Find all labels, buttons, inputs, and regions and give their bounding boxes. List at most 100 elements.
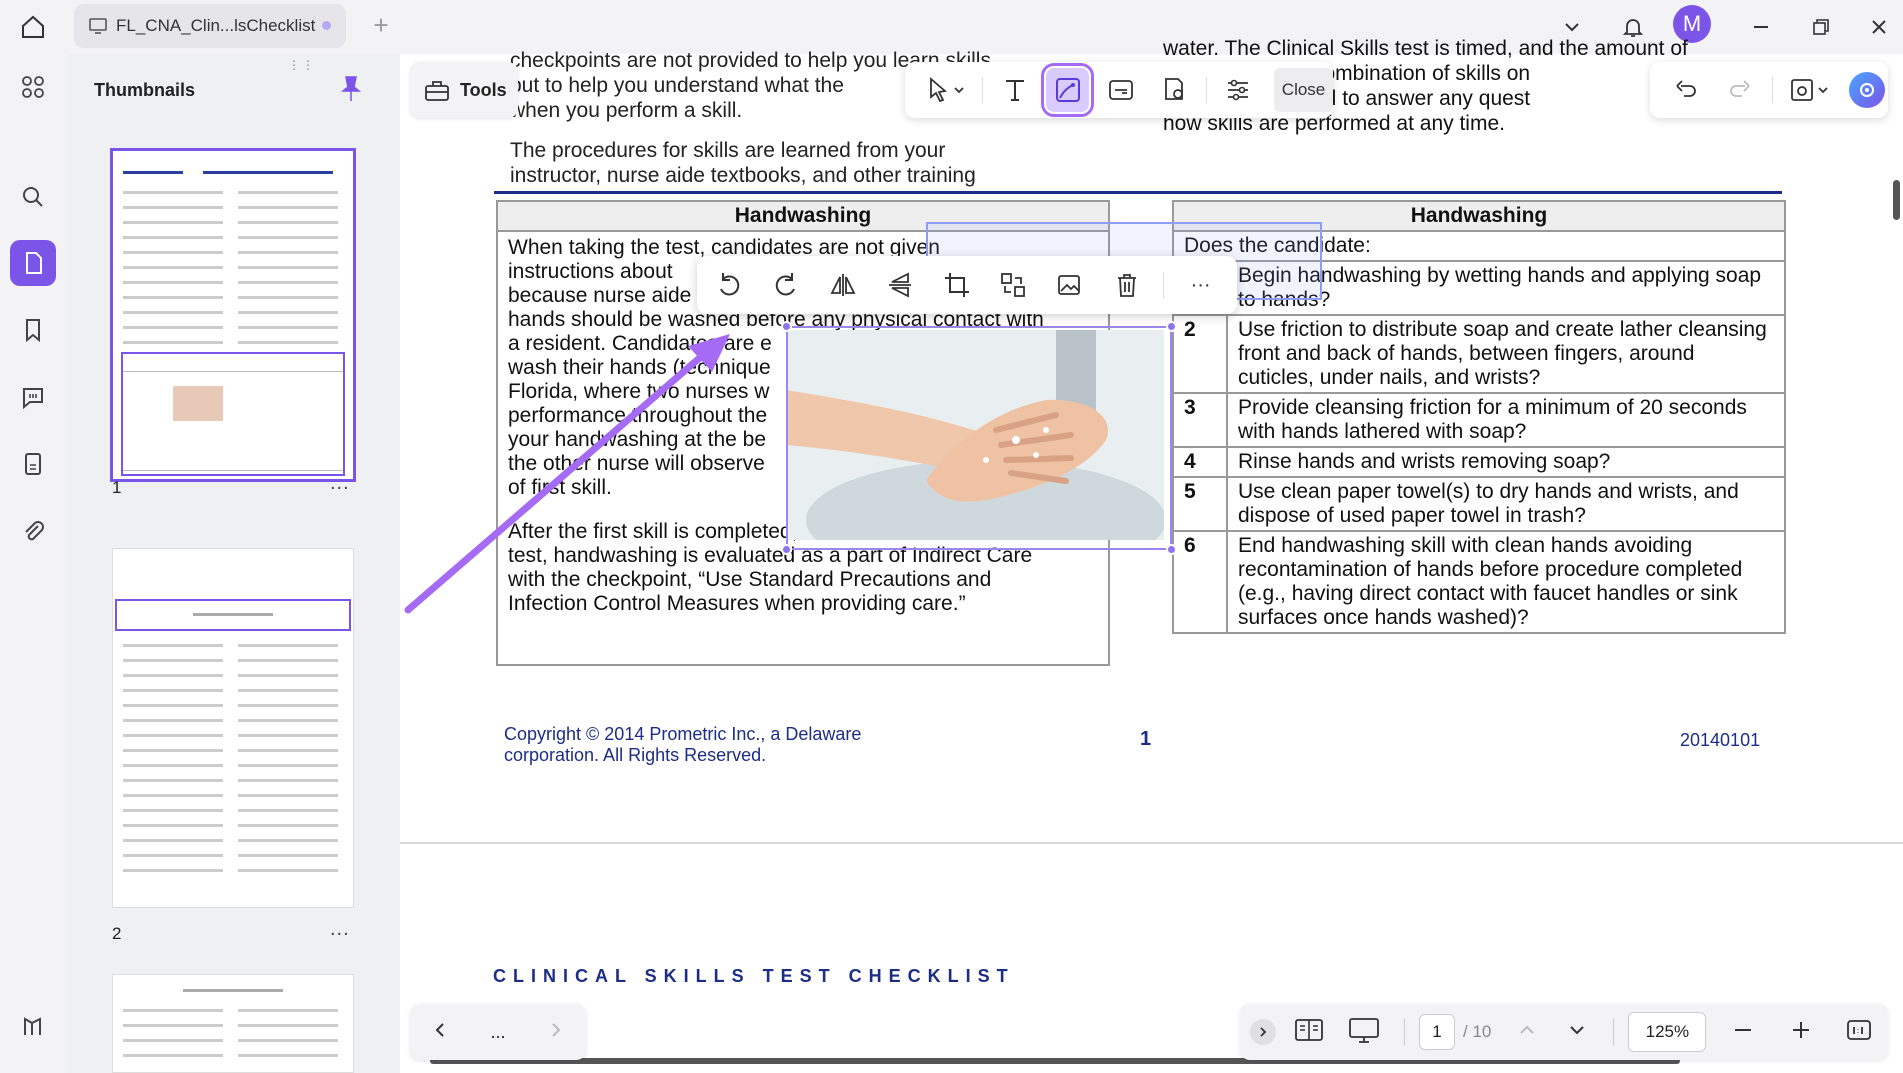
restore-icon[interactable] xyxy=(1802,8,1840,46)
edit-toolbar: Close xyxy=(905,62,1333,118)
chevron-down-icon[interactable] xyxy=(1567,1020,1587,1045)
ai-assistant-icon[interactable] xyxy=(10,1004,56,1050)
tab-title: FL_CNA_Clin...lsChecklist xyxy=(116,16,316,35)
flip-vertical-icon[interactable] xyxy=(879,263,920,307)
page-thumbnail-number: 2 xyxy=(112,924,122,943)
thumbnail-more-button[interactable]: ... xyxy=(330,918,350,941)
link-tool-icon[interactable] xyxy=(1099,68,1142,112)
rotate-left-icon[interactable] xyxy=(709,263,750,307)
watermark-tool-icon[interactable] xyxy=(1153,68,1196,112)
minimize-icon[interactable] xyxy=(1742,8,1780,46)
apps-icon[interactable] xyxy=(10,64,56,110)
home-icon[interactable] xyxy=(14,8,52,46)
chevron-left-icon[interactable] xyxy=(430,1020,450,1045)
select-tool-icon[interactable] xyxy=(917,68,972,112)
table-row: 2 Use friction to distribute soap and cre… xyxy=(1172,314,1786,394)
zoom-out-icon[interactable] xyxy=(1732,1019,1754,1046)
page-number-input[interactable]: 1 xyxy=(1419,1014,1455,1050)
comment-icon[interactable] xyxy=(10,374,56,420)
chevron-right-icon[interactable] xyxy=(546,1020,566,1045)
more-options-icon[interactable]: ··· xyxy=(1180,263,1221,307)
resize-handle[interactable] xyxy=(781,321,792,332)
resize-handle[interactable] xyxy=(1166,544,1177,555)
extract-image-icon[interactable] xyxy=(993,263,1034,307)
document-code: 20140101 xyxy=(1680,730,1761,750)
page-number: 1 xyxy=(1140,728,1152,750)
section-divider xyxy=(494,191,1782,194)
properties-icon[interactable] xyxy=(1217,68,1260,112)
row-number: 2 xyxy=(1172,314,1228,394)
row-number: 4 xyxy=(1172,446,1228,478)
crop-icon[interactable] xyxy=(936,263,977,307)
image-edit-toolbar: ··· xyxy=(697,256,1237,314)
new-tab-button[interactable]: + xyxy=(366,10,396,40)
resize-handle[interactable] xyxy=(1166,321,1177,332)
undo-icon[interactable] xyxy=(1664,68,1708,112)
table-row: 6 End handwashing skill with clean hands … xyxy=(1172,530,1786,634)
chevron-up-icon[interactable] xyxy=(1517,1020,1537,1045)
image-selection-frame[interactable] xyxy=(786,326,1172,550)
text-tool-icon[interactable] xyxy=(993,68,1036,112)
vertical-scrollbar[interactable] xyxy=(1893,180,1900,220)
row-text: End handwashing skill with clean hands a… xyxy=(1226,530,1786,634)
image-tool-icon[interactable] xyxy=(1041,63,1095,117)
tools-button[interactable]: Tools xyxy=(410,62,518,118)
attachment-icon[interactable] xyxy=(10,508,56,554)
unsaved-dot xyxy=(322,21,331,30)
actual-size-icon[interactable] xyxy=(1846,1018,1872,1047)
zoom-level[interactable]: 125% xyxy=(1628,1012,1707,1052)
row-text: Provide cleansing friction for a minimum… xyxy=(1226,392,1786,448)
text-line: water. The Clinical Skills test is timed… xyxy=(1163,37,1688,60)
page-separator xyxy=(400,842,1903,844)
text-line: instructor, nurse aide textbooks, and ot… xyxy=(510,164,976,187)
delete-icon[interactable] xyxy=(1106,263,1147,307)
rotate-right-icon[interactable] xyxy=(766,263,807,307)
resize-handle[interactable] xyxy=(781,544,792,555)
search-icon[interactable] xyxy=(10,174,56,220)
page-thumbnail-number: 1 xyxy=(112,478,122,497)
page-layout-icon[interactable] xyxy=(1294,1017,1324,1048)
replace-image-icon[interactable] xyxy=(1050,263,1091,307)
page-icon[interactable] xyxy=(10,441,56,487)
document-tab[interactable]: FL_CNA_Clin...lsChecklist xyxy=(74,4,346,48)
left-rail xyxy=(0,54,68,1073)
bottom-page-nav: ... xyxy=(410,1004,586,1060)
monitor-icon xyxy=(89,18,107,34)
ai-icon[interactable] xyxy=(1849,72,1885,108)
row-number: 3 xyxy=(1172,392,1228,448)
page-thumbnail-1[interactable] xyxy=(110,148,356,482)
total-pages: / 10 xyxy=(1463,1022,1492,1041)
top-right-toolbar xyxy=(1650,62,1888,118)
table-row: 4 Rinse hands and wrists removing soap? xyxy=(1172,446,1786,478)
thumbnail-panel: ⋮⋮ Thumbnails 1 ... 2 ... xyxy=(68,54,400,1073)
bottom-view-controls: 1 / 10 125% xyxy=(1240,1004,1888,1060)
text-line: Copyright © 2014 Prometric Inc., a Delaw… xyxy=(504,724,862,744)
close-edit-button[interactable]: Close xyxy=(1274,68,1333,112)
nav-more-button[interactable]: ... xyxy=(490,1022,505,1043)
tools-label: Tools xyxy=(460,79,507,100)
pin-icon[interactable] xyxy=(338,74,368,104)
bookmark-icon[interactable] xyxy=(10,307,56,353)
page-thumbnail-3[interactable] xyxy=(112,974,354,1073)
arrow-annotation xyxy=(404,334,730,614)
row-number: 6 xyxy=(1172,530,1228,634)
text-line: corporation. All Rights Reserved. xyxy=(504,745,767,765)
close-icon[interactable] xyxy=(1860,8,1898,46)
row-text: Use clean paper towel(s) to dry hands an… xyxy=(1226,476,1786,532)
save-icon[interactable] xyxy=(1783,68,1839,112)
table-row: 3 Provide cleansing friction for a minimu… xyxy=(1172,392,1786,448)
zoom-in-icon[interactable] xyxy=(1790,1019,1812,1046)
present-icon[interactable] xyxy=(1348,1016,1380,1049)
thumbnail-more-button[interactable]: ... xyxy=(330,472,350,495)
collapse-icon[interactable] xyxy=(1250,1019,1276,1045)
thumbnails-icon[interactable] xyxy=(10,240,56,286)
panel-title: Thumbnails xyxy=(94,80,196,100)
page-thumbnail-2[interactable] xyxy=(112,548,354,908)
flip-horizontal-icon[interactable] xyxy=(823,263,864,307)
row-number: 5 xyxy=(1172,476,1228,532)
panel-grip[interactable]: ⋮⋮ xyxy=(288,58,318,72)
copyright-text: Copyright © 2014 Prometric Inc., a Delaw… xyxy=(504,724,861,766)
redo-icon[interactable] xyxy=(1718,68,1762,112)
next-page-title: CLINICAL SKILLS TEST CHECKLIST xyxy=(493,966,1015,986)
text-line: The procedures for skills are learned fr… xyxy=(510,139,946,162)
